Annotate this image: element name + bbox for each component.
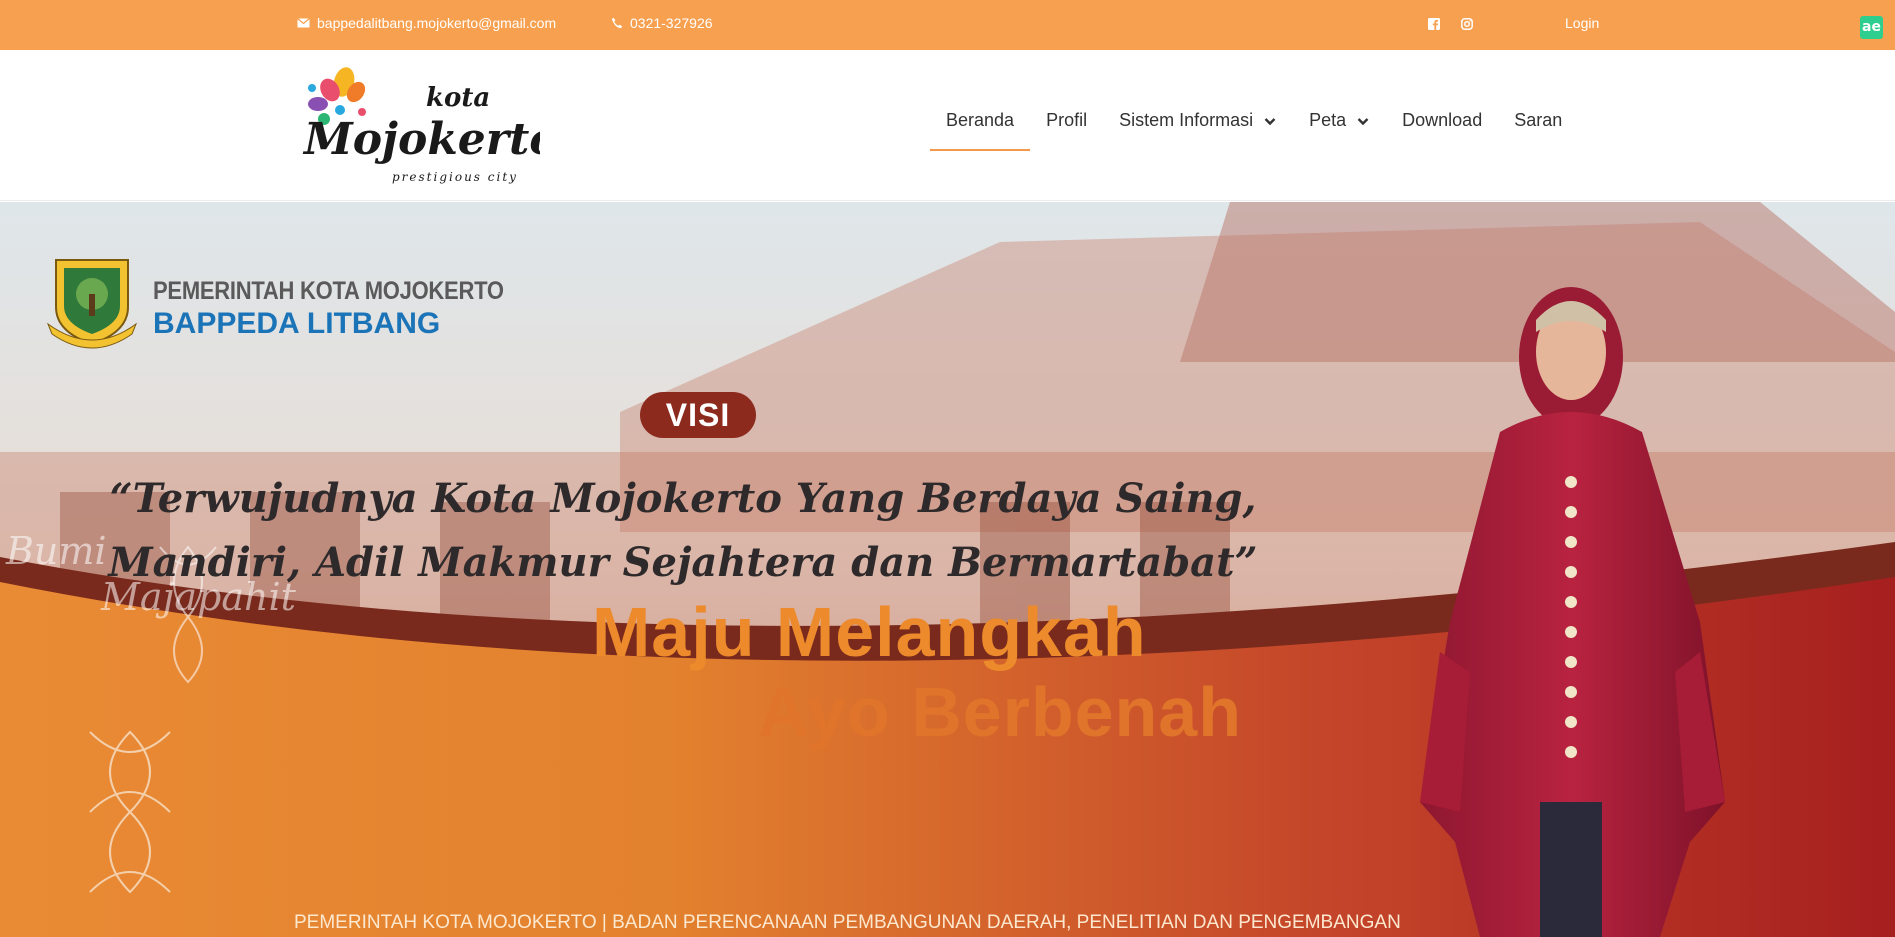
slogan-line-2: Ayo Berbenah [758,673,1242,751]
nav-saran[interactable]: Saran [1498,110,1578,150]
browser-extension-icon[interactable]: ae [1860,16,1883,39]
facebook-icon [1426,16,1441,31]
login-link[interactable]: Login [1565,15,1599,31]
city-emblem-icon [46,259,138,349]
nav-beranda[interactable]: Beranda [930,110,1031,151]
top-bar: bappedalitbang.mojokerto@gmail.com 0321-… [0,0,1895,50]
chevron-down-icon [1264,118,1276,126]
svg-text:Mojokerto: Mojokerto [302,114,540,165]
banner-footer-text: PEMERINTAH KOTA MOJOKERTO | BADAN PERENC… [294,912,1401,933]
nav-profil[interactable]: Profil [1030,110,1103,150]
nav-sistem-informasi-label: Sistem Informasi [1119,110,1254,130]
svg-text:prestigious city: prestigious city [392,170,518,184]
main-nav: Beranda Profil Sistem Informasi Peta Dow… [930,110,1578,151]
contact-phone[interactable]: 0321-327926 [609,15,713,31]
nav-download-label: Download [1402,110,1483,130]
agency-title: BAPPEDA LITBANG [153,307,441,340]
nav-sistem-informasi[interactable]: Sistem Informasi [1103,110,1293,150]
envelope-icon [296,16,311,31]
chevron-down-icon [1357,118,1369,126]
instagram-link[interactable] [1459,16,1474,31]
nav-download[interactable]: Download [1386,110,1498,150]
government-title: PEMERINTAH KOTA MOJOKERTO [153,277,504,305]
nav-peta[interactable]: Peta [1293,110,1386,150]
hero-banner[interactable]: PEMERINTAH KOTA MOJOKERTO BAPPEDA LITBAN… [0,202,1895,937]
nav-beranda-label: Beranda [946,110,1015,130]
nav-profil-label: Profil [1046,110,1088,130]
slogan-line-1: Maju Melangkah [592,593,1147,671]
visi-statement: “Terwujudnya Kota Mojokerto Yang Berdaya… [108,475,1258,586]
site-header: kota Mojokerto prestigious city Beranda … [0,50,1895,201]
instagram-icon [1459,16,1474,31]
mojokerto-logo-graphic: kota Mojokerto prestigious city [302,67,559,184]
nav-peta-label: Peta [1309,110,1347,130]
contact-phone-text: 0321-327926 [630,15,713,31]
facebook-link[interactable] [1426,16,1441,31]
nav-saran-label: Saran [1514,110,1563,130]
contact-email[interactable]: bappedalitbang.mojokerto@gmail.com [296,15,556,31]
visi-badge: VISI [640,392,756,438]
svg-text:kota: kota [426,83,490,113]
contact-email-text: bappedalitbang.mojokerto@gmail.com [317,15,557,31]
site-logo[interactable]: kota Mojokerto prestigious city [300,64,559,189]
phone-icon [609,16,624,31]
